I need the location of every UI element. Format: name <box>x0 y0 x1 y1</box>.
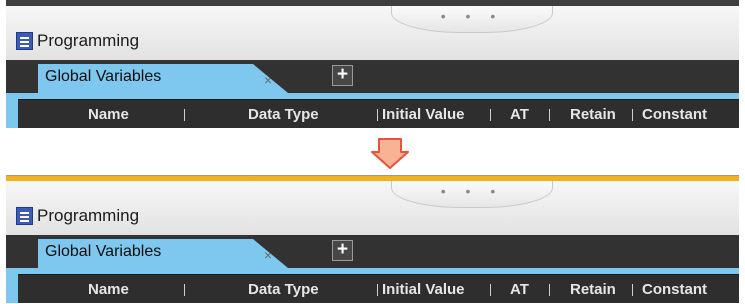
column-divider[interactable] <box>549 284 550 296</box>
tab-global-variables[interactable]: Global Variables × <box>38 64 288 93</box>
column-header-at[interactable]: AT <box>510 106 529 123</box>
panel-title: Programming <box>37 31 140 50</box>
column-header-retain[interactable]: Retain <box>570 106 616 123</box>
column-header-data-type[interactable]: Data Type <box>248 281 319 298</box>
grid-header: Name Data Type Initial Value AT Retain C… <box>18 99 739 128</box>
column-header-name[interactable]: Name <box>88 106 129 123</box>
grid-frame: Name Data Type Initial Value AT Retain C… <box>6 93 739 128</box>
screenshot-before: • • • Programming Global Variables × + N… <box>6 0 739 128</box>
tab-label: Global Variables <box>45 243 162 260</box>
column-divider[interactable] <box>377 109 378 121</box>
tab-bar: Global Variables × + <box>6 235 739 268</box>
tab-bar: Global Variables × + <box>6 60 739 93</box>
tab-label: Global Variables <box>45 68 162 85</box>
tab-global-variables[interactable]: Global Variables × <box>38 239 288 268</box>
column-header-name[interactable]: Name <box>88 281 129 298</box>
panel-grip-handle[interactable]: • • • <box>391 6 553 33</box>
programming-icon <box>16 207 33 225</box>
screenshot-after: • • • Programming Global Variables × + N… <box>6 175 739 303</box>
column-header-at[interactable]: AT <box>510 281 529 298</box>
column-divider[interactable] <box>490 109 491 121</box>
panel-grip-handle[interactable]: • • • <box>391 181 553 208</box>
add-tab-button[interactable]: + <box>332 65 353 86</box>
column-divider[interactable] <box>632 109 633 121</box>
column-header-constant[interactable]: Constant <box>642 106 707 123</box>
column-header-initial-value[interactable]: Initial Value <box>382 281 465 298</box>
column-header-retain[interactable]: Retain <box>570 281 616 298</box>
column-header-data-type[interactable]: Data Type <box>248 106 319 123</box>
grid-frame: Name Data Type Initial Value AT Retain C… <box>6 268 739 303</box>
column-divider[interactable] <box>184 109 185 121</box>
close-icon[interactable]: × <box>264 72 272 88</box>
grid-header: Name Data Type Initial Value AT Retain C… <box>18 274 739 303</box>
column-divider[interactable] <box>377 284 378 296</box>
add-tab-button[interactable]: + <box>332 240 353 261</box>
column-divider[interactable] <box>632 284 633 296</box>
programming-icon <box>16 32 33 50</box>
down-arrow-icon <box>371 138 409 169</box>
column-header-initial-value[interactable]: Initial Value <box>382 106 465 123</box>
column-divider[interactable] <box>184 284 185 296</box>
column-divider[interactable] <box>549 109 550 121</box>
close-icon[interactable]: × <box>264 247 272 263</box>
column-header-constant[interactable]: Constant <box>642 281 707 298</box>
panel-title: Programming <box>37 206 140 225</box>
column-divider[interactable] <box>490 284 491 296</box>
grip-dots-icon: • • • <box>440 8 504 24</box>
grip-dots-icon: • • • <box>440 183 504 199</box>
